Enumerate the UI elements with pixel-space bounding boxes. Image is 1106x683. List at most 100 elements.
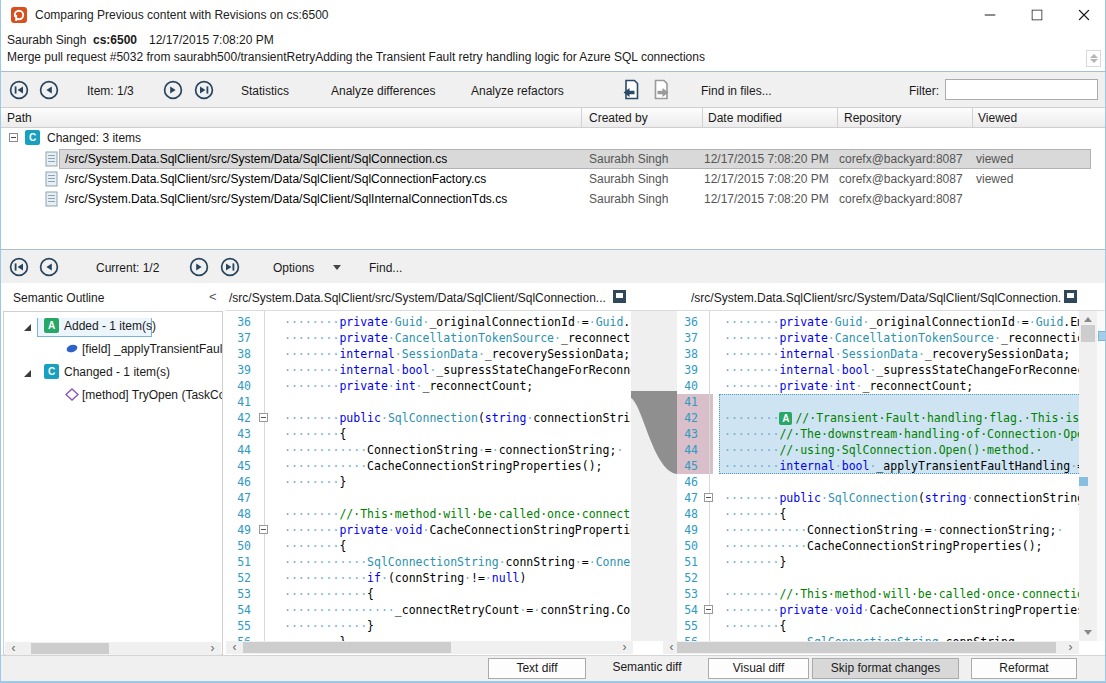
tree-expander-icon[interactable] (22, 322, 32, 332)
minimize-button[interactable] (967, 0, 1013, 30)
code-line: ············} (284, 618, 374, 634)
cell-date: 12/17/2015 7:08:20 PM (704, 172, 829, 186)
code-line: ········private·int·_reconnectCount; (724, 378, 973, 394)
column-path[interactable]: Path (7, 111, 32, 125)
filter-input[interactable] (945, 79, 1098, 100)
column-repository[interactable]: Repository (844, 111, 901, 125)
code-line: ········//·The·downstream·handling·of·Co… (724, 426, 1079, 442)
field-icon (65, 342, 79, 355)
diff-connector-area (631, 311, 677, 641)
code-line: ········} (284, 634, 346, 641)
code-line: ········A//·Transient·Fault·handling·fla… (724, 410, 1079, 426)
fold-collapse-icon[interactable] (704, 493, 713, 502)
outline-item[interactable]: AAdded - 1 item(s) (4, 318, 222, 339)
file-table-header: Path Created by Date modified Repository… (1, 107, 1106, 128)
semantic-diff-button[interactable]: Semantic diff (592, 658, 702, 679)
line-number: 56 (677, 634, 698, 641)
next-diff-button[interactable] (189, 257, 209, 277)
statistics-button[interactable]: Statistics (241, 84, 289, 98)
skip-format-changes-button[interactable]: Skip format changes (812, 658, 959, 679)
fold-collapse-icon[interactable] (259, 525, 268, 534)
line-number: 56 (226, 634, 251, 641)
analyze-refactors-button[interactable]: Analyze refactors (471, 84, 564, 98)
group-row-changed[interactable]: C Changed: 3 items (1, 128, 1106, 148)
column-viewed[interactable]: Viewed (978, 111, 1017, 125)
line-number: 48 (677, 506, 698, 522)
code-line: ········private·Guid·_originalConnection… (724, 314, 1079, 330)
left-pane-maximize-icon[interactable] (613, 290, 626, 303)
code-line: ········private·void·CacheConnectionStri… (284, 522, 631, 538)
line-number: 45 (677, 458, 698, 474)
text-diff-button[interactable]: Text diff (488, 658, 586, 679)
outline-item[interactable]: [method] TryOpen (TaskCo (4, 387, 222, 408)
cell-repo: corefx@backyard:8087 (839, 192, 963, 206)
fold-collapse-icon[interactable] (259, 413, 268, 422)
collapse-expander-icon[interactable] (9, 133, 18, 142)
options-button[interactable]: Options (273, 261, 314, 275)
column-date-modified[interactable]: Date modified (708, 111, 782, 125)
reformat-button[interactable]: Reformat (971, 658, 1077, 679)
line-number: 48 (226, 506, 251, 522)
close-button[interactable] (1061, 0, 1106, 30)
table-row[interactable]: /src/System.Data.SqlClient/src/System/Da… (1, 149, 1106, 169)
previous-item-button[interactable] (39, 80, 59, 100)
last-diff-button[interactable] (220, 257, 240, 277)
code-line: ················_connectRetryCount·=·con… (284, 602, 631, 618)
find-in-files-button[interactable]: Find in files... (701, 84, 772, 98)
table-row[interactable]: /src/System.Data.SqlClient/src/System/Da… (1, 189, 1106, 209)
first-diff-button[interactable] (9, 257, 29, 277)
last-item-button[interactable] (194, 80, 214, 100)
right-pane-vscrollbar[interactable] (1079, 311, 1097, 641)
code-line: ········internal·bool·_supressStateChang… (284, 362, 631, 378)
message-scroll-spinner[interactable] (1086, 50, 1101, 67)
line-number: 52 (226, 570, 251, 586)
cell-path: /src/System.Data.SqlClient/src/System/Da… (65, 172, 486, 186)
left-pane-hscrollbar[interactable]: ‹ › (226, 641, 633, 654)
outline-hscrollbar[interactable]: ‹ › (5, 642, 221, 655)
column-created-by[interactable]: Created by (589, 111, 648, 125)
cell-by: Saurabh Singh (589, 192, 668, 206)
line-number: 36 (677, 314, 698, 330)
window-title: Comparing Previous content with Revision… (35, 8, 328, 22)
line-number: 53 (677, 586, 698, 602)
analyze-differences-button[interactable]: Analyze differences (331, 84, 436, 98)
line-number: 47 (226, 490, 251, 506)
code-line: ········private·int·_reconnectCount; (284, 378, 533, 394)
export-left-icon[interactable] (621, 79, 641, 101)
right-pane-maximize-icon[interactable] (1064, 290, 1077, 303)
first-item-button[interactable] (9, 80, 29, 100)
fold-collapse-icon[interactable] (704, 605, 713, 614)
file-icon (45, 171, 58, 187)
footer-bar: Text diff Semantic diff Visual diff Skip… (1, 655, 1106, 681)
find-button[interactable]: Find... (369, 261, 402, 275)
outline-item[interactable]: CChanged - 1 item(s) (4, 364, 222, 385)
line-number: 49 (677, 522, 698, 538)
changeset-id: cs:6500 (93, 33, 137, 47)
added-badge: A (44, 318, 59, 333)
line-number: 39 (226, 362, 251, 378)
next-item-button[interactable] (163, 80, 183, 100)
outline-item[interactable]: [field] _applyTransientFaultH (4, 341, 222, 362)
line-number: 55 (677, 618, 698, 634)
options-caret-icon[interactable] (333, 265, 341, 270)
previous-diff-button[interactable] (39, 257, 59, 277)
export-right-icon[interactable] (651, 79, 671, 101)
right-pane-hscrollbar[interactable]: ‹ › (663, 641, 1079, 654)
cell-date: 12/17/2015 7:08:20 PM (704, 152, 829, 166)
line-number: 50 (677, 538, 698, 554)
code-line: ········//·This·method·will·be·called·on… (284, 506, 631, 522)
code-line: ············CacheConnectionStringPropert… (724, 538, 1043, 554)
code-line: ········{ (284, 538, 346, 554)
tree-expander-icon[interactable] (22, 368, 32, 378)
outline-collapse-button[interactable]: < (209, 289, 217, 304)
table-row[interactable]: /src/System.Data.SqlClient/src/System/Da… (1, 169, 1106, 189)
line-number: 51 (226, 554, 251, 570)
diff-area: Semantic Outline < /src/System.Data.SqlC… (1, 283, 1106, 655)
visual-diff-button[interactable]: Visual diff (708, 658, 809, 679)
cell-repo: corefx@backyard:8087 (839, 172, 963, 186)
line-number: 50 (226, 538, 251, 554)
maximize-button[interactable] (1014, 0, 1060, 30)
right-code-pane: 36 ········private·Guid·_originalConnecti… (677, 311, 1079, 641)
line-number: 43 (226, 426, 251, 442)
outline-item-label: Changed - 1 item(s) (64, 365, 170, 379)
